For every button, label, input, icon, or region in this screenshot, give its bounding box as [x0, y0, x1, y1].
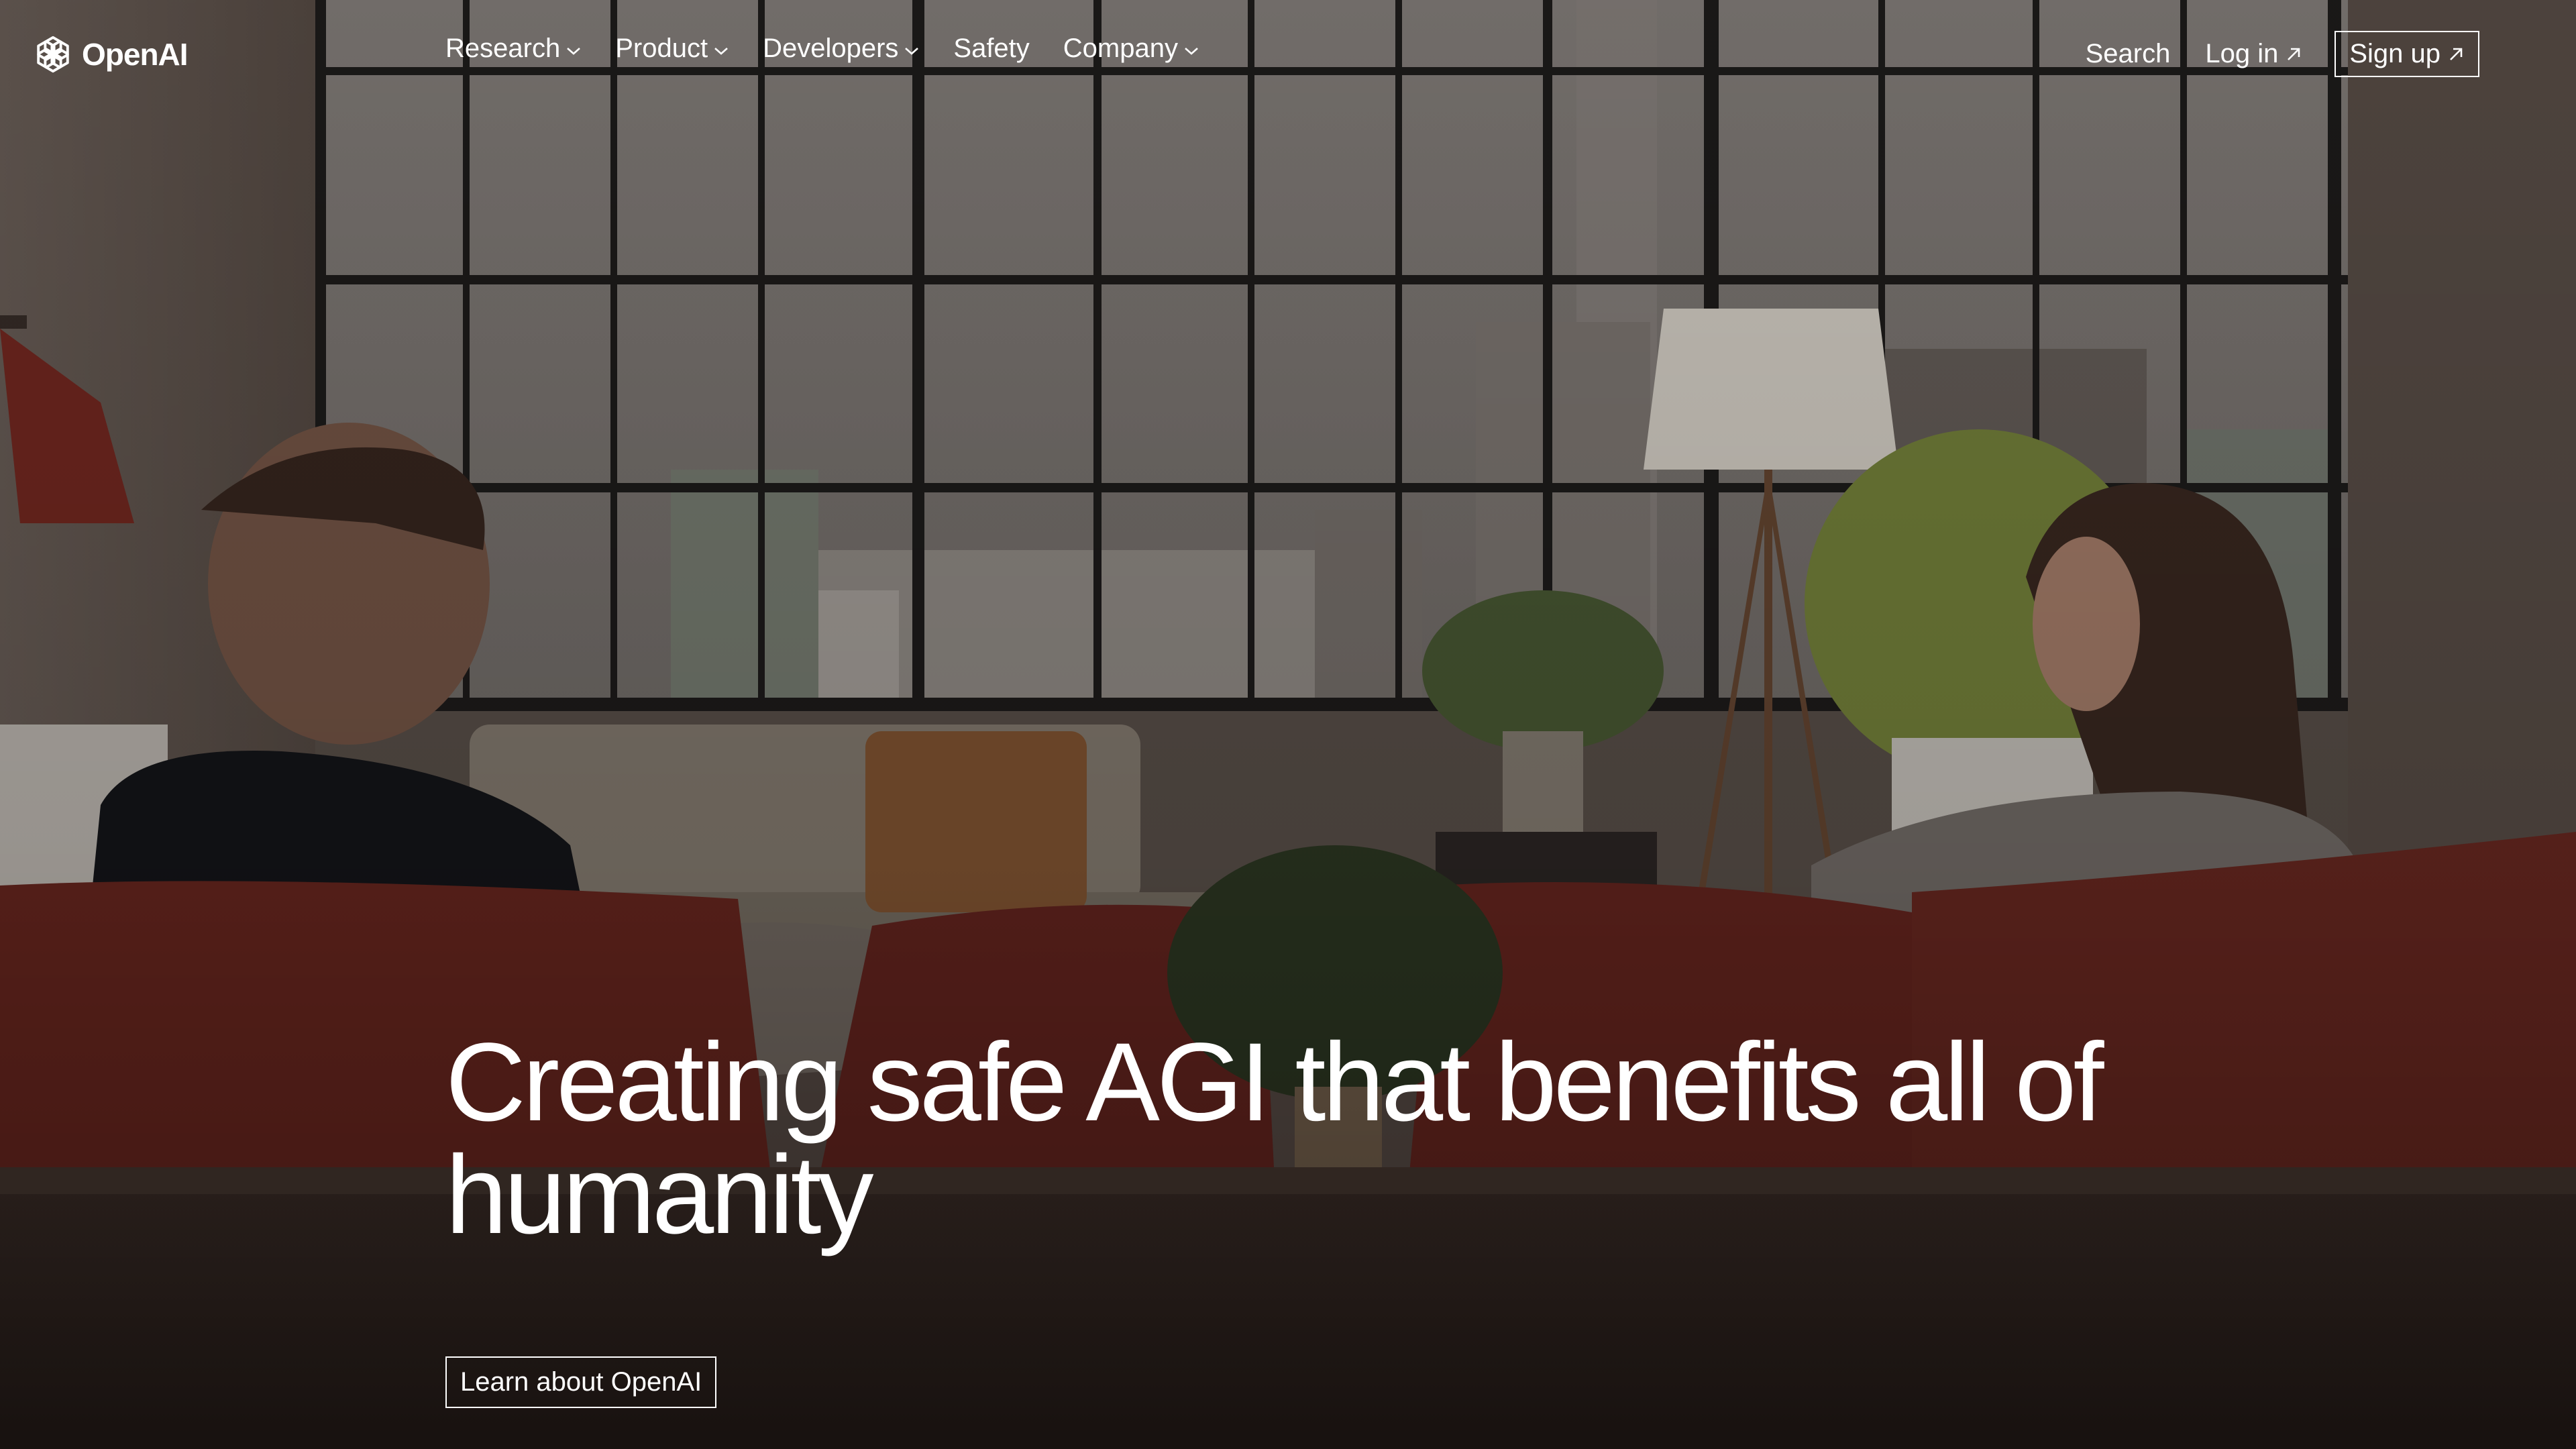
nav-item-product[interactable]: Product — [615, 34, 729, 64]
arrow-up-right-icon — [2450, 48, 2463, 60]
brand-name: OpenAI — [82, 37, 189, 72]
nav-item-developers[interactable]: Developers — [763, 34, 920, 64]
chevron-down-icon — [567, 47, 581, 55]
nav-item-label: Safety — [953, 34, 1030, 63]
search-link[interactable]: Search — [2086, 39, 2171, 69]
nav-item-research[interactable]: Research — [445, 34, 582, 64]
chevron-down-icon — [714, 47, 728, 55]
nav-item-label: Developers — [763, 34, 899, 63]
primary-nav: Research Product Developers Safety Compa… — [445, 34, 1233, 64]
signup-label: Sign up — [2349, 39, 2440, 68]
brand-logo-link[interactable]: OpenAI — [32, 34, 189, 75]
chevron-down-icon — [1185, 47, 1198, 55]
top-navigation: OpenAI Research Product Developers Safet… — [0, 0, 2576, 114]
nav-item-safety[interactable]: Safety — [953, 34, 1029, 64]
nav-actions: Search Log in Sign up — [2086, 31, 2479, 77]
hero-section: OpenAI Research Product Developers Safet… — [0, 0, 2576, 1449]
learn-about-button[interactable]: Learn about OpenAI — [445, 1356, 717, 1408]
signup-button[interactable]: Sign up — [2334, 31, 2479, 77]
nav-item-label: Research — [445, 34, 561, 63]
nav-item-company[interactable]: Company — [1063, 34, 1199, 64]
login-link[interactable]: Log in — [2205, 39, 2302, 69]
login-label: Log in — [2205, 39, 2279, 68]
hero-headline: Creating safe AGI that benefits all of h… — [445, 1020, 2104, 1257]
chevron-down-icon — [905, 47, 919, 55]
nav-item-label: Company — [1063, 34, 1178, 63]
nav-item-label: Product — [615, 34, 708, 63]
openai-blossom-icon — [37, 36, 69, 73]
arrow-up-right-icon — [2288, 48, 2300, 60]
